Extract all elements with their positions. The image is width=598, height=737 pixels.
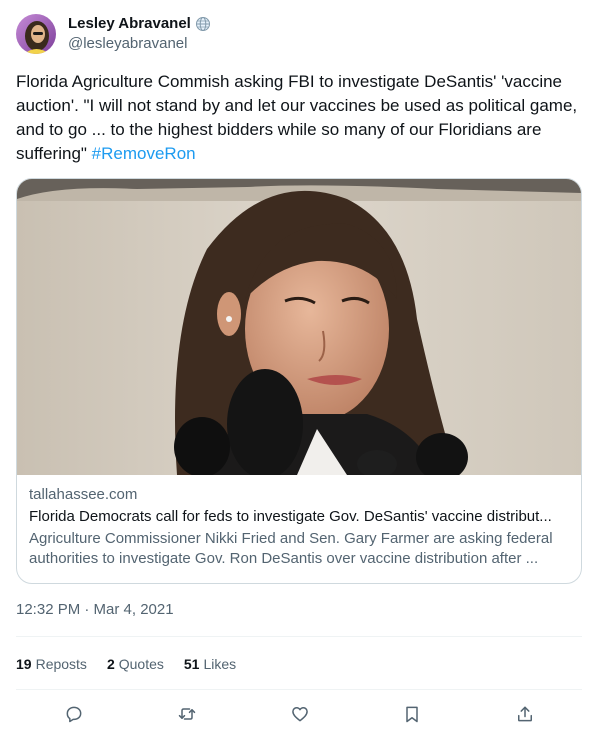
reposts-label: Reposts [35, 656, 87, 672]
reply-icon [66, 706, 82, 723]
quotes-count: 2 [106, 656, 115, 672]
action-bar [16, 700, 582, 728]
card-image [17, 179, 581, 481]
author-handle[interactable]: @lesleyabravanel [68, 34, 211, 54]
bookmark-icon [406, 706, 418, 723]
like-button[interactable] [288, 702, 312, 726]
author-names: Lesley Abravanel @lesleyabravanel [68, 14, 211, 54]
card-title: Florida Democrats call for feds to inves… [29, 508, 552, 525]
link-card[interactable]: tallahassee.com Florida Democrats call f… [16, 178, 582, 584]
divider [16, 636, 582, 637]
engagement-stats: 19 Reposts 2 Quotes 51 Likes [16, 653, 256, 675]
hashtag-link[interactable]: #RemoveRon [92, 144, 196, 163]
reposts-stat[interactable]: 19 Reposts [16, 656, 87, 672]
quotes-label: Quotes [118, 656, 164, 672]
tweet-text: Florida Agriculture Commish asking FBI t… [16, 70, 582, 166]
bookmark-button[interactable] [400, 702, 424, 726]
tweet: Lesley Abravanel @lesleyabravanel Florid… [0, 0, 598, 737]
share-button[interactable] [513, 702, 537, 726]
card-domain: tallahassee.com [29, 486, 138, 503]
globe-icon [195, 16, 211, 32]
repost-icon [178, 708, 195, 720]
heart-icon [291, 707, 308, 722]
author-display-name[interactable]: Lesley Abravanel [68, 14, 191, 34]
repost-button[interactable] [175, 702, 199, 726]
avatar[interactable] [16, 14, 56, 54]
likes-stat[interactable]: 51 Likes [184, 656, 236, 672]
quotes-stat[interactable]: 2 Quotes [107, 656, 164, 672]
reply-button[interactable] [62, 702, 86, 726]
reposts-count: 19 [16, 656, 32, 672]
likes-label: Likes [203, 656, 237, 672]
divider [16, 689, 582, 690]
card-meta: tallahassee.com Florida Democrats call f… [29, 485, 569, 569]
tweet-header: Lesley Abravanel @lesleyabravanel [16, 12, 211, 56]
likes-count: 51 [183, 656, 200, 672]
tweet-timestamp[interactable]: 12:32 PM · Mar 4, 2021 [16, 600, 174, 620]
card-description: Agriculture Commissioner Nikki Fried and… [29, 530, 553, 567]
share-icon [518, 706, 532, 722]
